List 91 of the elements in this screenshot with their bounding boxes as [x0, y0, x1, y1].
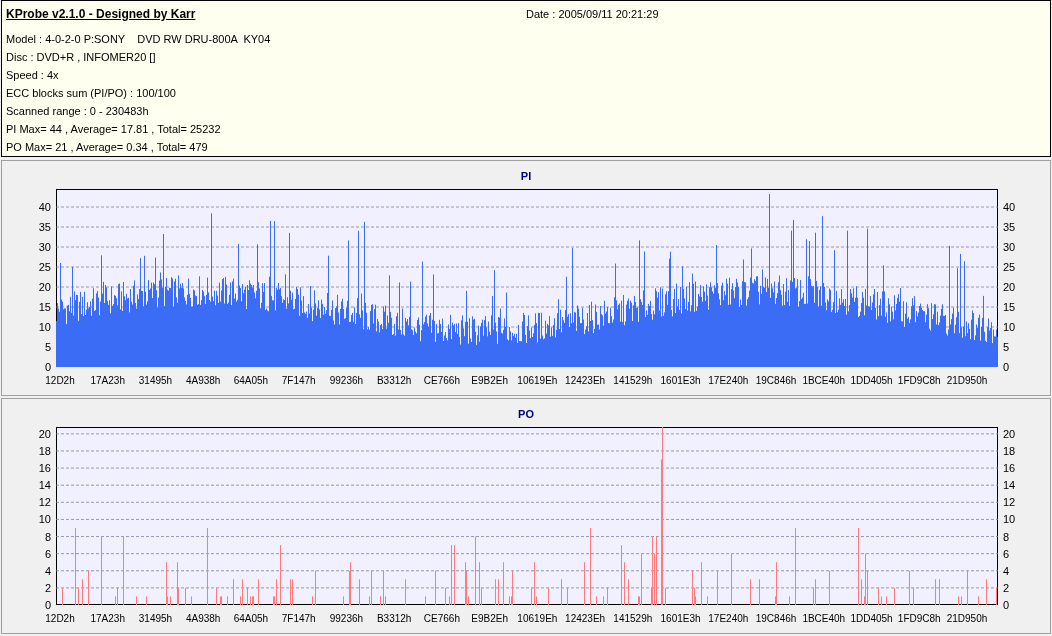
- axis-label: 18: [1003, 444, 1016, 457]
- axis-label: 10: [1003, 321, 1016, 333]
- axis-label: 10: [38, 513, 51, 526]
- axis-label: 2: [44, 581, 51, 594]
- axis-label: 4A938h: [185, 613, 221, 624]
- axis-label: 1601E3h: [660, 375, 701, 386]
- axis-label: 0: [1003, 361, 1010, 373]
- axis-label: 7F147h: [281, 375, 316, 386]
- axis-label: 40: [38, 201, 51, 213]
- axis-label: 99236h: [329, 375, 364, 386]
- axis-label: 1DD405h: [850, 375, 893, 386]
- axis-label: 21D950h: [946, 375, 988, 386]
- axis-label: 6: [44, 547, 51, 560]
- axis-label: 64A05h: [233, 613, 269, 624]
- axis-label: 19C846h: [755, 375, 797, 386]
- chart-title: PO: [517, 407, 535, 421]
- axis-label: 17A23h: [90, 375, 125, 386]
- axis-label: 20: [38, 427, 51, 440]
- axis-label: 12D2h: [45, 375, 75, 386]
- axis-label: 1FD9C8h: [897, 375, 941, 386]
- axis-label: 17A23h: [90, 613, 125, 624]
- axis-label: 12: [1003, 496, 1016, 509]
- scan-date: Date : 2005/09/11 20:21:29: [526, 7, 659, 22]
- axis-label: 12423Eh: [565, 613, 606, 624]
- axis-label: 1FD9C8h: [897, 613, 941, 624]
- axis-label: 1601E3h: [660, 613, 701, 624]
- axis-label: 1DD405h: [850, 613, 893, 624]
- axis-label: 1BCE40h: [802, 613, 846, 624]
- axis-label: 0: [44, 599, 51, 611]
- axis-label: 12423Eh: [565, 375, 606, 386]
- axis-label: 21D950h: [946, 613, 988, 624]
- info-line: PO Max= 21 , Average= 0.34 , Total= 479: [6, 140, 209, 154]
- axis-label: B3312h: [376, 613, 412, 624]
- axis-label: E9B2Eh: [471, 613, 508, 624]
- axis-label: 2: [1003, 581, 1010, 594]
- axis-label: 25: [1003, 261, 1016, 273]
- info-line: PI Max= 44 , Average= 17.81 , Total= 25232: [6, 122, 222, 136]
- axis-label: 64A05h: [233, 375, 269, 386]
- axis-label: 16: [38, 462, 51, 475]
- axis-label: E9B2Eh: [471, 375, 508, 386]
- axis-label: 99236h: [329, 613, 364, 624]
- axis-label: 1BCE40h: [802, 375, 846, 386]
- axis-label: 35: [38, 221, 51, 233]
- axis-label: 4A938h: [185, 375, 221, 386]
- axis-label: 14: [38, 479, 51, 492]
- axis-label: 16: [1003, 462, 1016, 475]
- axis-label: 31495h: [138, 375, 173, 386]
- axis-label: 5: [1003, 341, 1010, 353]
- axis-label: 20: [1003, 427, 1016, 440]
- info-line: Model : 4-0-2-0 P:SONY DVD RW DRU-800A KY04: [6, 32, 272, 46]
- info-line: Scanned range : 0 - 230483h: [6, 104, 150, 118]
- axis-label: 141529h: [613, 613, 653, 624]
- axis-label: CE766h: [423, 375, 460, 386]
- axis-label: 10: [38, 321, 51, 333]
- axis-label: 4: [1003, 564, 1010, 577]
- axis-label: 0: [44, 361, 51, 373]
- info-line: ECC blocks sum (PI/PO) : 100/100: [6, 86, 177, 100]
- axis-label: 14: [1003, 479, 1016, 492]
- axis-label: 15: [38, 301, 51, 313]
- axis-label: 30: [38, 241, 51, 253]
- axis-label: 17E240h: [708, 375, 749, 386]
- axis-label: 25: [38, 261, 51, 273]
- axis-label: 10619Eh: [517, 613, 558, 624]
- axis-label: 19C846h: [755, 613, 797, 624]
- axis-label: B3312h: [376, 375, 412, 386]
- chart-title: PI: [519, 169, 533, 183]
- axis-label: 20: [1003, 281, 1016, 293]
- info-line: Disc : DVD+R , INFOMER20 []: [6, 50, 157, 64]
- axis-label: 10619Eh: [517, 375, 558, 386]
- axis-label: 12: [38, 496, 51, 509]
- axis-label: 31495h: [138, 613, 173, 624]
- axis-label: 20: [38, 281, 51, 293]
- axis-label: 10: [1003, 513, 1016, 526]
- axis-label: CE766h: [423, 613, 460, 624]
- axis-label: 8: [1003, 530, 1010, 543]
- axis-label: 17E240h: [708, 613, 749, 624]
- axis-label: 5: [44, 341, 51, 353]
- axis-label: 12D2h: [45, 613, 75, 624]
- info-line: Speed : 4x: [6, 68, 60, 82]
- axis-label: 30: [1003, 241, 1016, 253]
- axis-label: 15: [1003, 301, 1016, 313]
- axis-label: 18: [38, 444, 51, 457]
- axis-label: 141529h: [613, 375, 653, 386]
- axis-label: 4: [44, 564, 51, 577]
- axis-label: 8: [44, 530, 51, 543]
- axis-label: 35: [1003, 221, 1016, 233]
- axis-label: 7F147h: [281, 613, 316, 624]
- axis-label: 40: [1003, 201, 1016, 213]
- axis-label: 0: [1003, 599, 1010, 611]
- app-title: KProbe v2.1.0 - Designed by Karr: [6, 6, 197, 23]
- axis-label: 6: [1003, 547, 1010, 560]
